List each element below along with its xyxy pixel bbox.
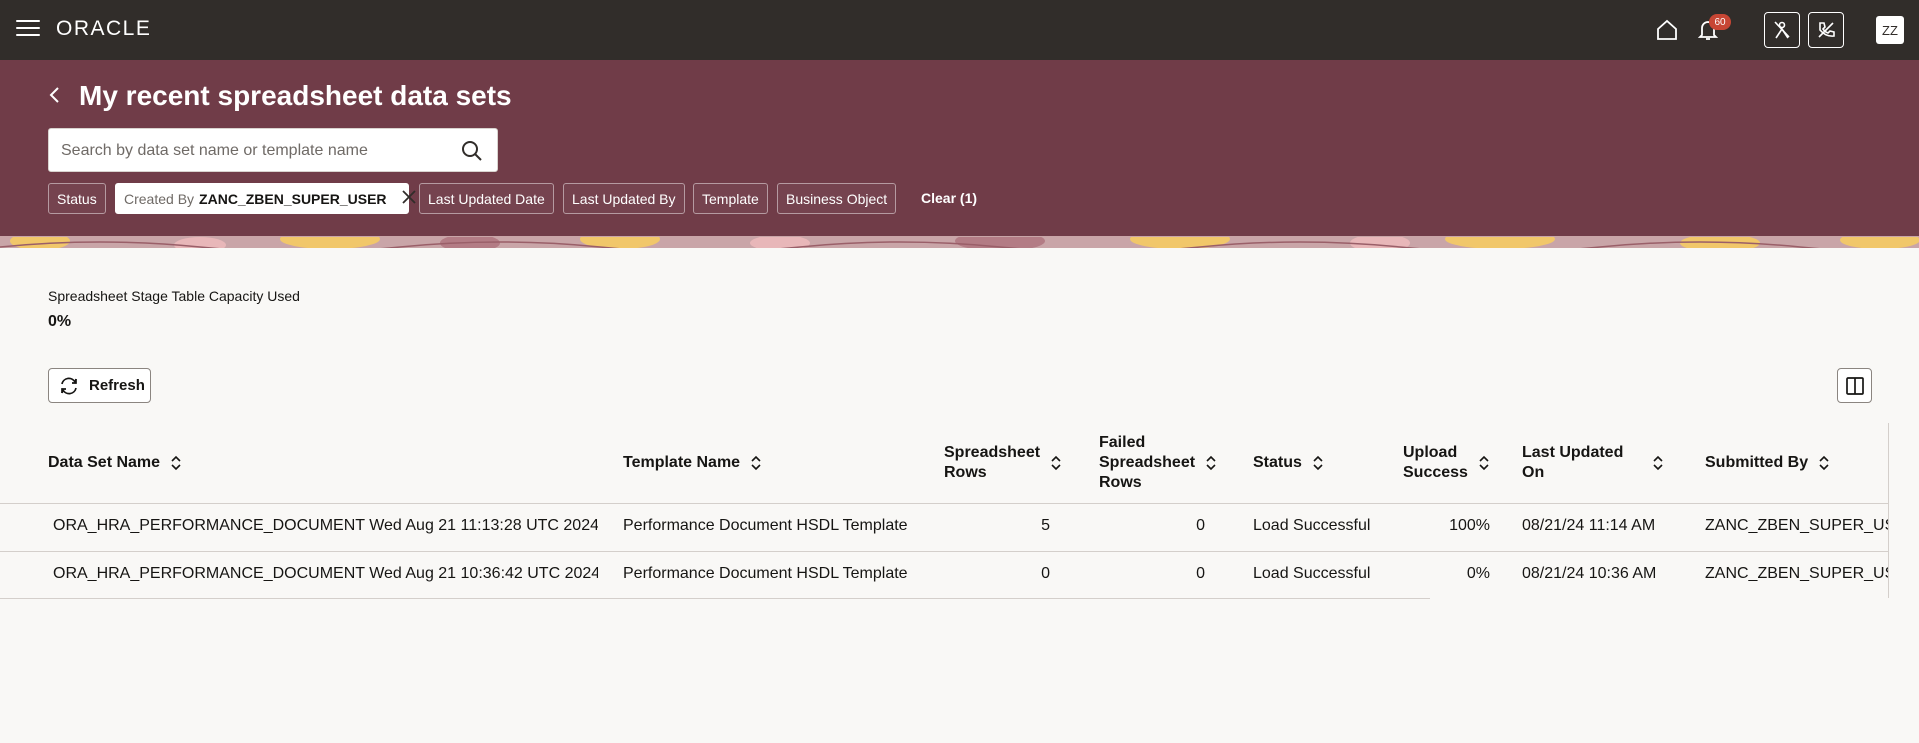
column-header-upload-success[interactable]: Upload Success <box>1403 423 1503 503</box>
oracle-logo[interactable]: ORACLE <box>56 17 151 41</box>
cell-failed-rows: 0 <box>1196 565 1205 582</box>
cell-upload-success: 0% <box>1466 565 1490 582</box>
cell-data-set-name[interactable]: ORA_HRA_PERFORMANCE_DOCUMENT Wed Aug 21 … <box>53 517 598 535</box>
table-scroll-edge <box>1888 423 1889 598</box>
split-panel-icon <box>1845 376 1864 395</box>
cell-template-name: Performance Document HSDL Template <box>623 517 908 534</box>
accessibility-person-icon[interactable] <box>1764 12 1800 48</box>
column-header-data-set-name[interactable]: Data Set Name <box>48 423 588 503</box>
filter-chip-label: Created By <box>124 190 195 207</box>
cell-submitted-by: ZANC_ZBEN_SUPER_USER <box>1705 517 1888 534</box>
clear-filters-link[interactable]: Clear (1) <box>921 190 977 206</box>
filter-chip-business-object[interactable]: Business Object <box>777 183 897 214</box>
sort-icon <box>1819 455 1829 471</box>
capacity-value: 0% <box>48 313 72 330</box>
cell-upload-success: 100% <box>1449 517 1490 534</box>
filter-chip-template[interactable]: Template <box>693 183 768 214</box>
cell-submitted-by: ZANC_ZBEN_SUPER_USER <box>1705 565 1888 582</box>
notification-count-badge: 60 <box>1709 14 1731 30</box>
sort-icon <box>171 455 181 471</box>
cell-status: Load Successful <box>1253 517 1371 534</box>
row-divider <box>0 598 1430 599</box>
filter-chip-last-updated-by[interactable]: Last Updated By <box>563 183 685 214</box>
cell-template-name: Performance Document HSDL Template <box>623 565 908 582</box>
sort-icon <box>1051 455 1061 471</box>
home-icon[interactable] <box>1651 14 1683 46</box>
filter-chip-last-updated-date[interactable]: Last Updated Date <box>419 183 554 214</box>
filter-chip-value: ZANC_ZBEN_SUPER_USER <box>199 190 387 207</box>
hamburger-menu-icon[interactable] <box>16 20 40 40</box>
column-header-failed-spreadsheet-rows[interactable]: Failed Spreadsheet Rows <box>1099 423 1229 503</box>
column-header-status[interactable]: Status <box>1253 423 1373 503</box>
header-divider <box>0 503 1888 504</box>
capacity-label: Spreadsheet Stage Table Capacity Used <box>48 288 300 304</box>
refresh-icon <box>61 377 77 394</box>
sort-icon <box>1206 455 1216 471</box>
column-panel-toggle-button[interactable] <box>1837 368 1872 403</box>
cell-data-set-name[interactable]: ORA_HRA_PERFORMANCE_DOCUMENT Wed Aug 21 … <box>53 565 598 583</box>
search-icon[interactable] <box>461 140 483 167</box>
column-header-submitted-by[interactable]: Submitted By <box>1705 423 1885 503</box>
back-chevron-icon[interactable] <box>44 84 66 106</box>
cell-last-updated-on: 08/21/24 11:14 AM <box>1522 517 1656 534</box>
column-header-last-updated-on[interactable]: Last Updated On <box>1522 423 1672 503</box>
top-navigation-bar: ORACLE 60 ZZ <box>0 0 1919 60</box>
column-header-spreadsheet-rows[interactable]: Spreadsheet Rows <box>944 423 1074 503</box>
search-box <box>48 128 498 172</box>
row-divider <box>0 551 1888 552</box>
sort-icon <box>1653 455 1663 471</box>
phone-disabled-icon[interactable] <box>1808 12 1844 48</box>
cell-failed-rows: 0 <box>1196 517 1205 534</box>
close-icon[interactable] <box>401 189 417 208</box>
sort-icon <box>751 455 761 471</box>
refresh-button[interactable]: Refresh <box>48 368 151 403</box>
page-title: My recent spreadsheet data sets <box>79 80 512 111</box>
filter-chip-created-by[interactable]: Created By ZANC_ZBEN_SUPER_USER <box>115 183 416 214</box>
user-avatar[interactable]: ZZ <box>1876 16 1904 44</box>
sort-icon <box>1313 455 1323 471</box>
refresh-button-label: Refresh <box>89 377 145 394</box>
sort-icon <box>1479 455 1489 471</box>
cell-spreadsheet-rows: 0 <box>1041 565 1050 582</box>
filter-chip-status[interactable]: Status <box>48 183 106 214</box>
column-header-template-name[interactable]: Template Name <box>623 423 923 503</box>
decorative-pattern-strip <box>0 236 1919 248</box>
cell-status: Load Successful <box>1253 565 1371 582</box>
cell-last-updated-on: 08/21/24 10:36 AM <box>1522 565 1657 582</box>
search-input[interactable] <box>61 139 451 163</box>
cell-spreadsheet-rows: 5 <box>1041 517 1050 534</box>
